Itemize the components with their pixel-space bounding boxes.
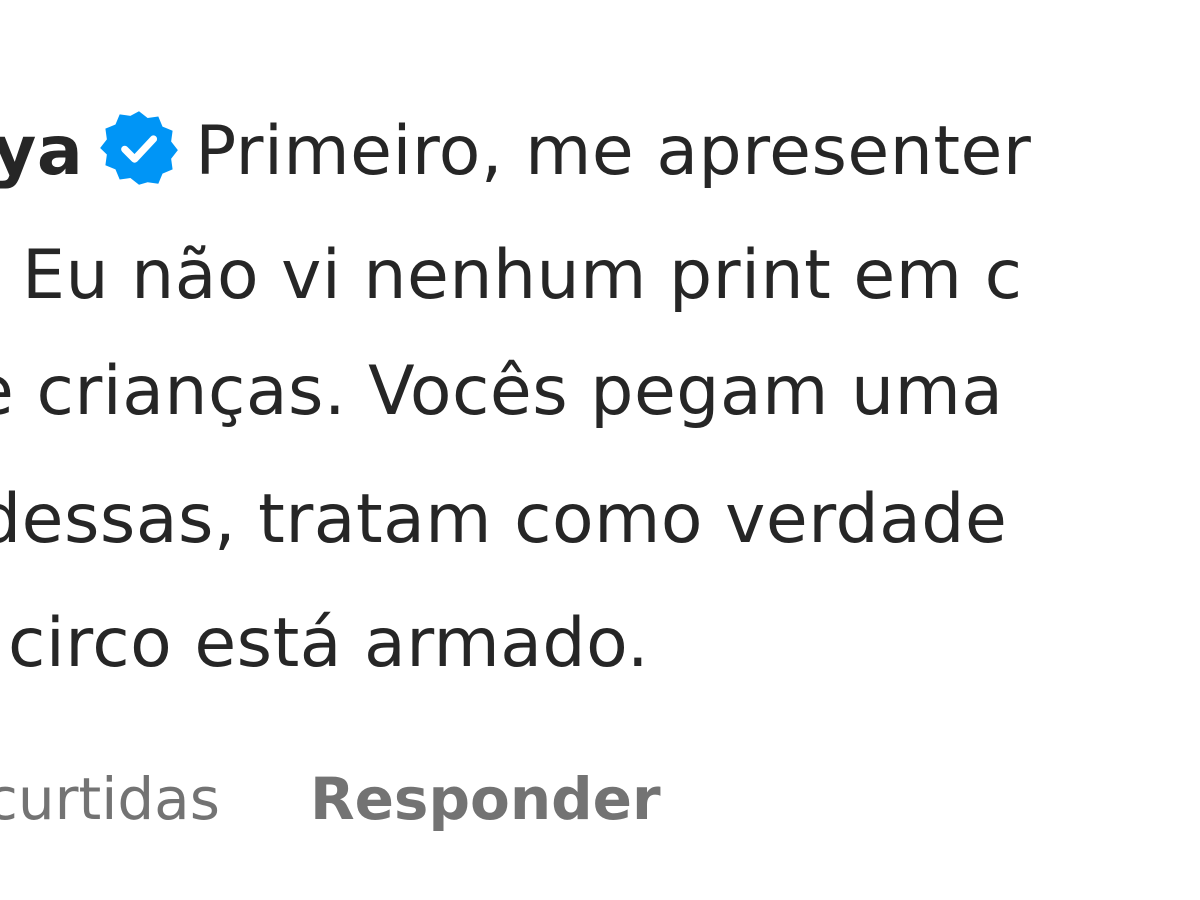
comment-text-line-4: dessas, tratam como verdade bbox=[0, 480, 1008, 559]
comment-first-line: ya Primeiro, me apresenter bbox=[0, 111, 1031, 190]
comment-text-line-5: circo está armado. bbox=[8, 604, 650, 683]
comment-text-line-3: e crianças. Vocês pegam uma bbox=[0, 352, 1004, 431]
likes-count-link[interactable]: curtidas bbox=[0, 765, 220, 833]
reply-button[interactable]: Responder bbox=[310, 765, 661, 833]
comment-screenshot: ya Primeiro, me apresenter Eu não vi nen… bbox=[0, 0, 1200, 900]
comment-text-line-1: Primeiro, me apresenter bbox=[195, 112, 1032, 191]
comment-username[interactable]: ya bbox=[0, 112, 83, 191]
comment-text-line-2: Eu não vi nenhum print em c bbox=[22, 236, 1023, 315]
verified-badge-icon bbox=[97, 106, 181, 190]
comment-actions: curtidas Responder bbox=[0, 770, 661, 828]
